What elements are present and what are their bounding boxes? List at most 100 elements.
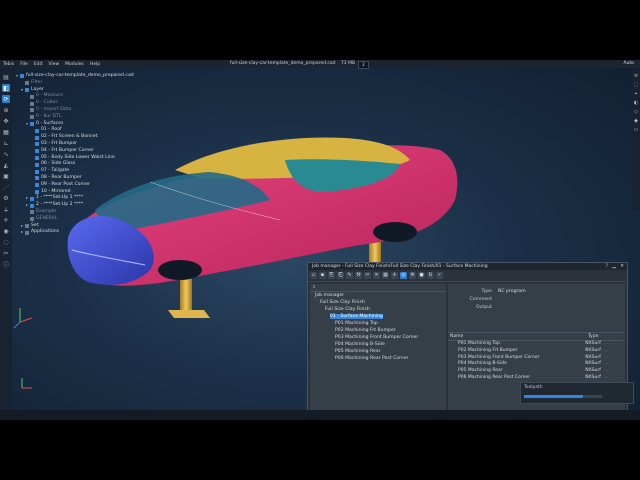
job-tree-label: 01 - Surface Machining <box>330 314 383 319</box>
tree-item[interactable]: ▸ 2 - ****Set-Up 2 **** <box>16 202 156 209</box>
target-icon[interactable]: ◎ <box>400 272 407 279</box>
job-tree-label: P01 Machining Top <box>335 321 378 326</box>
tree-item[interactable]: 06 - Side Glass <box>16 161 156 168</box>
tree-item-label: 0 - Kur DTL <box>36 113 62 119</box>
property-key: Output <box>476 305 492 310</box>
wireframe-icon[interactable]: ◇ <box>633 109 639 115</box>
job-tree-item-selected[interactable]: 01 - Surface Machining <box>310 313 446 320</box>
job-search[interactable]: ⌕ <box>310 284 446 292</box>
list-item[interactable]: P02 Machining Frt Bumper NXSurf... <box>448 348 625 355</box>
tree-item-label: 0 - Import Data <box>36 106 72 112</box>
job-tree-item[interactable]: P03 Machining Front Bumper Corner <box>310 334 446 341</box>
layer-icon <box>30 210 34 215</box>
sort-icon[interactable]: ⇅ <box>427 272 434 279</box>
info-icon[interactable]: ⓘ <box>2 260 10 269</box>
pin-icon[interactable]: ⌖ <box>633 91 639 97</box>
tree-item[interactable]: 0 - Import Data <box>16 107 156 114</box>
job-tree-item[interactable]: P05 Machining Rear <box>310 348 446 355</box>
list-item[interactable]: P01 Machining Top NXSurf... <box>448 341 625 348</box>
letterbox-top <box>0 0 640 60</box>
table-icon[interactable]: ▦ <box>382 272 389 279</box>
toolpath-icon[interactable]: ⋰ <box>2 183 10 191</box>
layers-icon[interactable]: ◧ <box>2 84 10 92</box>
layer-icon <box>30 94 34 99</box>
fit-view-icon[interactable]: ⬚ <box>633 82 639 88</box>
camera-icon[interactable]: ▭ <box>633 127 639 133</box>
tree-item[interactable]: 05 - Body Side Lower Waist Line <box>16 155 156 162</box>
layer-icon <box>35 142 39 147</box>
check-icon[interactable]: ✓ <box>436 272 443 279</box>
tree-item[interactable]: 03 - Frt Bumper <box>16 141 156 148</box>
job-tree-item[interactable]: P01 Machining Top <box>310 320 446 327</box>
shade-icon[interactable]: ◐ <box>633 100 639 106</box>
rotate-icon[interactable]: ⟳ <box>2 95 10 103</box>
list-item[interactable]: P06 Machining Rear Post Corner NXSurf... <box>448 375 625 382</box>
tree-item-label: Filter <box>31 79 43 85</box>
cut-icon[interactable]: ✂ <box>2 249 10 257</box>
job-tree-label: P04 Machining B-Side <box>335 342 385 347</box>
settings-icon[interactable]: ⚙ <box>2 194 10 202</box>
copy-icon[interactable]: ⎘ <box>328 272 335 279</box>
tree-item[interactable]: 07 - Tailgate <box>16 168 156 175</box>
tree-item[interactable]: ▾ full-size-clay-car-template_demo_prepar… <box>16 73 156 80</box>
job-tree-item[interactable]: P02 Machining Frt Bumper <box>310 327 446 334</box>
new-folder-icon[interactable]: ▪ <box>319 272 326 279</box>
view-icon[interactable]: ◉ <box>2 227 10 235</box>
tree-item[interactable]: 04 - Frt Bumper Corner <box>16 148 156 155</box>
layer-icon <box>35 135 39 140</box>
tree-item[interactable]: ▸ Applications <box>16 229 156 236</box>
close-icon[interactable]: ✕ <box>620 264 624 269</box>
snap-icon[interactable]: ✛ <box>2 216 10 224</box>
list-item-type: NXSurf <box>585 368 601 374</box>
property-value[interactable]: NC program <box>498 288 526 296</box>
zoom-icon[interactable]: ⊕ <box>2 106 10 114</box>
job-list-header: Name Type <box>448 332 625 341</box>
column-type[interactable]: Type <box>588 333 598 340</box>
delete-icon[interactable]: ✕ <box>373 272 380 279</box>
calculate-icon[interactable]: ⚙ <box>409 272 416 279</box>
select-icon[interactable]: ▤ <box>2 73 10 81</box>
layer-icon <box>30 196 34 201</box>
tree-item[interactable]: 0 - Cubes <box>16 100 156 107</box>
move-icon[interactable]: ✛ <box>391 272 398 279</box>
property-row: Type NC program <box>452 288 621 296</box>
tree-item[interactable]: ▾ 0 - Surfaces <box>16 121 156 128</box>
grid-icon[interactable]: ▦ <box>2 128 10 136</box>
help-icon[interactable]: ? <box>605 264 607 269</box>
surface-icon[interactable]: ◭ <box>2 161 10 169</box>
tree-item[interactable]: Filter <box>16 80 156 87</box>
minimize-icon[interactable]: ▁ <box>612 264 615 269</box>
filter-icon[interactable]: ⏚ <box>2 205 10 214</box>
render-icon[interactable]: ◆ <box>633 118 639 124</box>
tree-item[interactable]: 0 - Kur DTL <box>16 114 156 121</box>
edit-icon[interactable]: ✎ <box>346 272 353 279</box>
tree-item[interactable]: 02 - Frt Screen & Bonnet <box>16 134 156 141</box>
job-tree-item[interactable]: Full Size Clay Finish <box>310 299 446 306</box>
job-tree-item[interactable]: Full Size Clay Finish <box>310 306 446 313</box>
pan-icon[interactable]: ✥ <box>2 117 10 125</box>
tree-item[interactable]: 09 - Rear Post Corner <box>16 182 156 189</box>
menu-icon[interactable]: ≡ <box>633 73 639 79</box>
measure-icon[interactable]: ⊾ <box>2 139 10 147</box>
tool-icon[interactable]: ⚒ <box>355 272 362 279</box>
job-tree-item[interactable]: Job manager <box>310 292 446 299</box>
cut-icon[interactable]: ✂ <box>364 272 371 279</box>
tree-item[interactable]: Example <box>16 209 156 216</box>
tree-item-label: 0 - Cubes <box>36 100 58 106</box>
new-job-icon[interactable]: ▫ <box>310 272 317 279</box>
solid-icon[interactable]: ▣ <box>2 172 10 180</box>
job-tree-item[interactable]: P06 Machining Rear Post Corner <box>310 355 446 362</box>
list-item[interactable]: P05 Machining Rear NXSurf... <box>448 368 625 375</box>
curve-icon[interactable]: ∿ <box>2 150 10 158</box>
column-name[interactable]: Name <box>448 333 588 340</box>
list-item-type: NXSurf <box>585 374 601 380</box>
paste-icon[interactable]: ⎗ <box>337 272 344 279</box>
tree-item[interactable]: GENERAL <box>16 216 156 223</box>
tree-item-label: 08 - Rear Bumper <box>41 174 82 180</box>
status-icon[interactable]: ● <box>418 272 425 279</box>
hide-icon[interactable]: ◌ <box>2 238 10 246</box>
list-item-name: P02 Machining Frt Bumper <box>458 347 518 353</box>
tree-item-label: full-size-clay-car-template_demo_prepare… <box>26 73 134 78</box>
job-tree-item[interactable]: P04 Machining B-Side <box>310 341 446 348</box>
tree-item[interactable]: 08 - Rear Bumper <box>16 175 156 182</box>
